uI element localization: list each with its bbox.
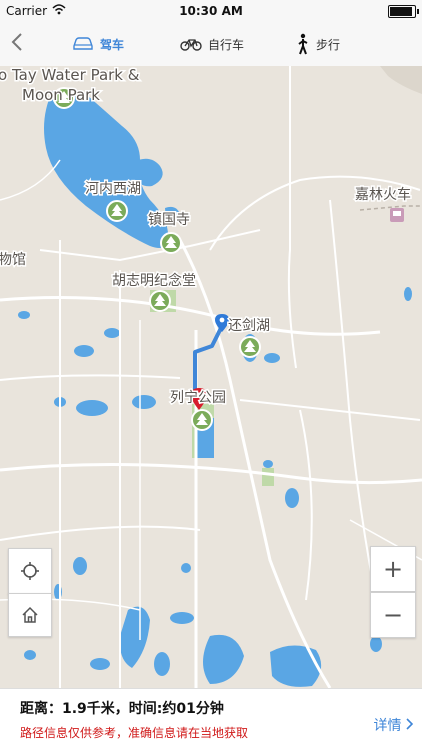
zoom-in-button[interactable]: + <box>370 546 416 592</box>
clock: 10:30 AM <box>179 4 243 18</box>
top-nav-bar: 驾车 自行车 步行 <box>0 22 422 67</box>
route-distance-time: 距离：1.9千米，时间:约01分钟 <box>20 701 224 717</box>
walking-icon <box>298 33 308 55</box>
tab-walk[interactable]: 步行 <box>296 22 340 66</box>
map-label: 河内西湖 <box>85 181 141 197</box>
map-canvas: o Tay Water Park & Moon Park 河内西湖 镇国寺 物馆… <box>0 66 422 688</box>
tree-icon <box>191 409 213 431</box>
tree-icon <box>239 336 261 358</box>
chevron-left-icon <box>11 33 22 51</box>
locate-button[interactable] <box>8 548 52 594</box>
status-bar: Carrier 10:30 AM <box>0 0 422 22</box>
route-disclaimer: 路径信息仅供参考，准确信息请在当地获取 <box>20 726 249 740</box>
plus-icon: + <box>382 555 404 583</box>
map-view[interactable]: o Tay Water Park & Moon Park 河内西湖 镇国寺 物馆… <box>0 66 422 688</box>
bicycle-icon <box>180 39 202 51</box>
back-button[interactable] <box>10 31 34 57</box>
minus-icon: − <box>382 601 404 629</box>
park-area <box>262 468 274 486</box>
map-label: 嘉林火车 <box>355 186 411 203</box>
map-label: 镇国寺 <box>148 212 190 228</box>
chevron-right-icon <box>406 718 414 730</box>
crosshair-icon <box>21 562 39 580</box>
tab-drive[interactable]: 驾车 <box>72 22 124 66</box>
tab-drive-label: 驾车 <box>100 37 125 52</box>
tree-icon <box>149 290 171 312</box>
home-icon <box>22 606 38 623</box>
details-label: 详情 <box>373 718 402 734</box>
details-button[interactable]: 详情 <box>374 715 414 735</box>
tab-bicycle-label: 自行车 <box>208 37 245 52</box>
home-button[interactable] <box>8 593 52 637</box>
map-label: o Tay Water Park & <box>0 66 140 84</box>
tree-icon <box>106 200 128 222</box>
train-icon <box>390 208 404 222</box>
zoom-out-button[interactable]: − <box>370 592 416 638</box>
map-label: 物馆 <box>0 252 26 268</box>
map-label: 列宁公园 <box>170 389 226 406</box>
route-info-panel: 距离：1.9千米，时间:约01分钟 路径信息仅供参考，准确信息请在当地获取 详情 <box>0 688 422 751</box>
battery-icon <box>388 5 419 18</box>
map-label: 胡志明纪念堂 <box>112 272 196 289</box>
map-label: 还剑湖 <box>228 318 270 334</box>
tab-walk-label: 步行 <box>316 37 341 52</box>
car-icon <box>73 37 93 50</box>
map-label: Moon Park <box>22 86 100 104</box>
tab-bicycle[interactable]: 自行车 <box>180 22 244 66</box>
tree-icon <box>160 232 182 254</box>
